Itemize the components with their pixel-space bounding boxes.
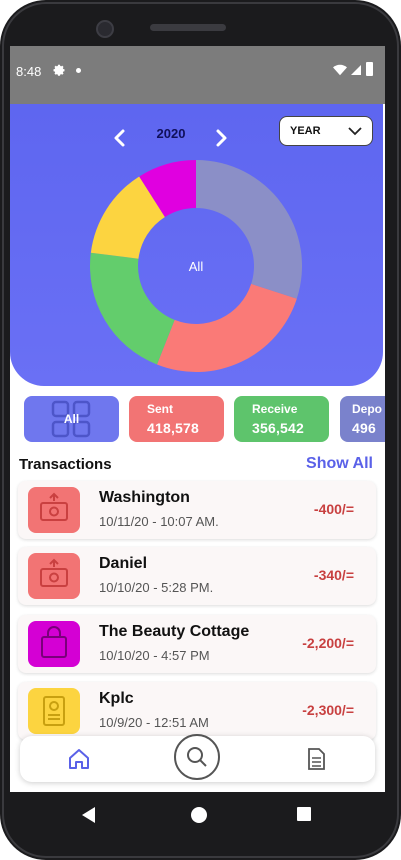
category-deposit-value: 496 (352, 420, 376, 436)
transaction-date: 10/10/20 - 4:57 PM (99, 648, 210, 663)
battery-icon (366, 62, 373, 76)
summary-panel: 2020 YEAR All (10, 104, 383, 386)
chevron-left-icon[interactable] (112, 128, 128, 148)
transaction-amount: -400/= (313, 501, 354, 517)
signal-icon (351, 65, 361, 75)
category-row: All Sent 418,578 Receive 356,542 Depo 49… (24, 396, 385, 442)
bottom-navigation (20, 734, 375, 782)
home-circle-icon[interactable] (191, 807, 207, 823)
recents-icon[interactable] (297, 807, 311, 821)
money-send-icon (28, 487, 80, 533)
front-camera (96, 20, 114, 38)
year-navigator: 2020 YEAR (10, 104, 383, 154)
category-receive-label: Receive (252, 402, 298, 416)
transaction-date: 10/9/20 - 12:51 AM (99, 715, 209, 730)
search-button[interactable] (174, 734, 220, 780)
transaction-amount: -340/= (313, 567, 354, 583)
notification-dot-icon (76, 68, 81, 73)
transaction-name: Daniel (99, 555, 148, 572)
money-send-icon (28, 553, 80, 599)
transaction-name: Kplc (99, 690, 134, 707)
earpiece-speaker (150, 24, 226, 31)
donut-chart[interactable]: All (88, 158, 304, 374)
category-all[interactable]: All (24, 396, 119, 442)
category-deposit-label: Depo (352, 402, 382, 416)
app-screen: 8:48 2020 YEAR All All Sent 418,578 Rece… (10, 46, 385, 792)
category-deposit[interactable]: Depo 496 (340, 396, 385, 442)
donut-slice-deposit[interactable] (196, 160, 302, 299)
show-all-link[interactable]: Show All (306, 455, 373, 473)
category-sent-value: 418,578 (147, 420, 200, 436)
transaction-row[interactable]: Daniel 10/10/20 - 5:28 PM. -340/= (18, 547, 376, 605)
category-receive[interactable]: Receive 356,542 (234, 396, 329, 442)
category-all-label: All (63, 412, 80, 426)
year-label: 2020 (156, 126, 186, 141)
transaction-row[interactable]: Kplc 10/9/20 - 12:51 AM -2,300/= (18, 682, 376, 740)
category-receive-value: 356,542 (252, 420, 305, 436)
transaction-name: The Beauty Cottage (99, 623, 250, 640)
back-icon[interactable] (82, 807, 95, 823)
transaction-name: Washington (99, 489, 190, 506)
category-sent-label: Sent (147, 402, 174, 416)
donut-slice-sent[interactable] (156, 283, 297, 372)
status-time: 8:48 (16, 64, 42, 79)
phone-frame: 8:48 2020 YEAR All All Sent 418,578 Rece… (0, 0, 401, 860)
donut-center-label: All (189, 259, 204, 274)
chevron-down-icon (348, 127, 362, 136)
transaction-amount: -2,200/= (302, 635, 354, 651)
period-select-value: YEAR (290, 125, 321, 137)
chevron-right-icon[interactable] (213, 128, 229, 148)
bill-icon (28, 688, 80, 734)
home-icon[interactable] (68, 748, 90, 770)
donut-slice-receive[interactable] (89, 252, 175, 365)
transactions-title: Transactions (19, 456, 112, 473)
transaction-row[interactable]: The Beauty Cottage 10/10/20 - 4:57 PM -2… (18, 615, 376, 673)
category-sent[interactable]: Sent 418,578 (129, 396, 224, 442)
period-select[interactable]: YEAR (279, 116, 373, 146)
shopping-bag-icon (28, 621, 80, 667)
transaction-date: 10/11/20 - 10:07 AM. (99, 514, 219, 529)
transaction-row[interactable]: Washington 10/11/20 - 10:07 AM. -400/= (18, 481, 376, 539)
documents-icon[interactable] (306, 747, 326, 771)
transaction-date: 10/10/20 - 5:28 PM. (99, 580, 214, 595)
gear-icon (53, 64, 65, 76)
search-icon (187, 747, 207, 767)
wifi-icon (333, 64, 347, 76)
transaction-amount: -2,300/= (302, 702, 354, 718)
status-bar: 8:48 (10, 46, 385, 104)
